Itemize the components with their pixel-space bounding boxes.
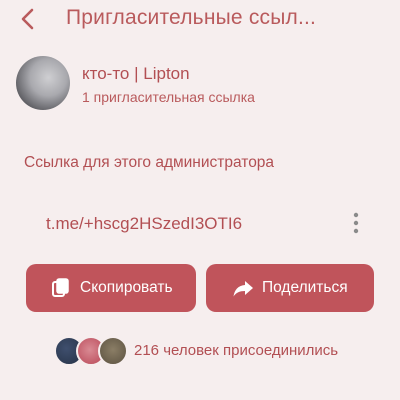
link-section-label: Ссылка для этого администратора: [24, 154, 275, 171]
share-button[interactable]: Поделиться: [206, 264, 374, 312]
arrow-left-icon: [21, 8, 34, 30]
avatar: [16, 56, 70, 110]
joined-count-text: 216 человек присоединились: [134, 342, 339, 359]
invite-link-text[interactable]: t.me/+hscg2HSzedI3OTI6: [46, 214, 242, 234]
invite-link-count: 1 пригласительная ссылка: [82, 89, 255, 105]
avatar: [98, 336, 128, 366]
joined-members[interactable]: 216 человек присоединились: [54, 336, 384, 366]
copy-button[interactable]: Скопировать: [26, 264, 196, 312]
more-vertical-icon: [353, 212, 359, 234]
admin-profile[interactable]: кто-то | Lipton 1 пригласительная ссылка: [16, 56, 386, 112]
profile-name: кто-то | Lipton: [82, 64, 190, 83]
back-button[interactable]: [16, 6, 44, 32]
share-arrow-icon: [232, 277, 254, 299]
copy-button-label: Скопировать: [80, 279, 173, 296]
page-title: Пригласительные ссыл...: [66, 6, 317, 29]
header: Пригласительные ссыл...: [0, 0, 400, 40]
share-button-label: Поделиться: [262, 279, 348, 296]
more-options-button[interactable]: [348, 210, 364, 236]
invite-link-row[interactable]: t.me/+hscg2HSzedI3OTI6: [24, 206, 376, 242]
copy-icon: [50, 277, 72, 299]
